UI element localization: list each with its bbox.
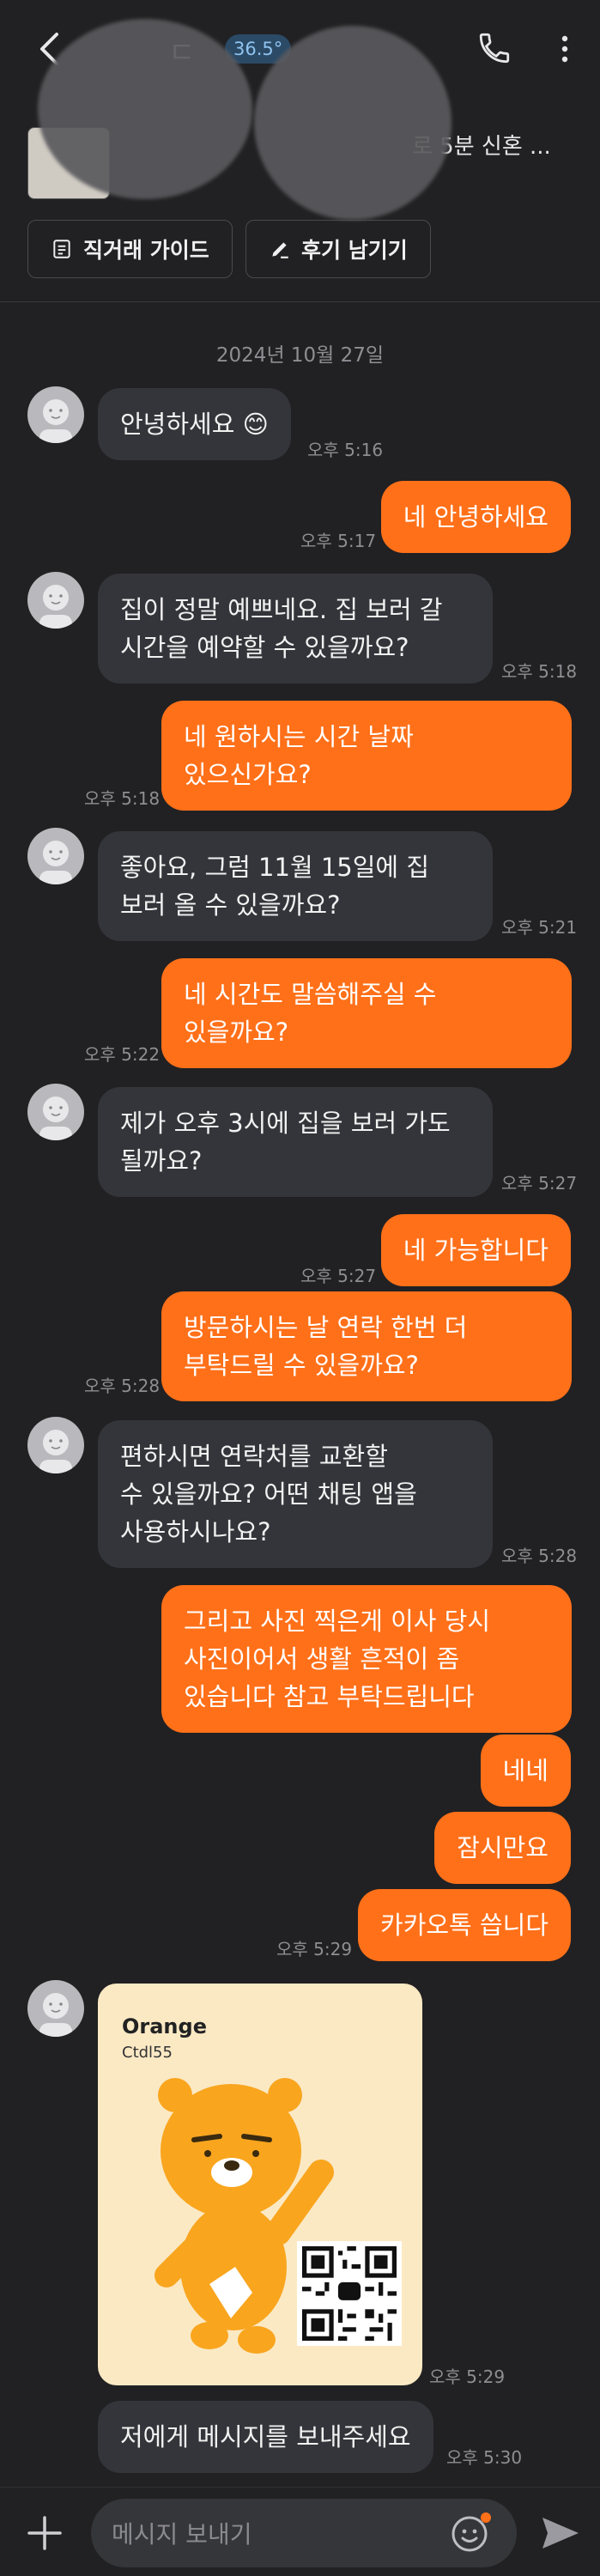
message-time: 오후 5:17 bbox=[300, 531, 377, 551]
avatar[interactable] bbox=[27, 1084, 84, 1140]
avatar[interactable] bbox=[27, 386, 84, 443]
qr-code-icon bbox=[302, 2246, 397, 2341]
message-line: 부탁드릴 수 있을까요? bbox=[184, 1351, 419, 1380]
message-outgoing: 네 가능합니다 bbox=[380, 1214, 571, 1286]
message-outgoing: 네 원하시는 시간 날짜 있으신가요? bbox=[161, 701, 572, 811]
message-line: 네 시간도 말씀해주실 수 bbox=[184, 980, 437, 1009]
qr-code bbox=[297, 2241, 402, 2346]
message-line: 집이 정말 예쁘네요. 집 보러 갈 bbox=[120, 595, 443, 624]
avatar[interactable] bbox=[27, 1417, 84, 1473]
message-time: 오후 5:21 bbox=[501, 917, 578, 938]
message-outgoing: 네 시간도 말씀해주실 수 있을까요? bbox=[161, 958, 572, 1068]
message-incoming: 저에게 메시지를 보내주세요 bbox=[98, 2401, 433, 2473]
message-line: 있을까요? bbox=[184, 1018, 289, 1047]
direct-trade-guide-button[interactable]: 직거래 가이드 bbox=[27, 220, 233, 278]
attach-button[interactable] bbox=[24, 2512, 65, 2554]
message-line: 방문하시는 날 연락 한번 더 bbox=[184, 1313, 468, 1342]
message-line: 제가 오후 3시에 집을 보러 가도 bbox=[120, 1109, 451, 1138]
review-button-label: 후기 남기기 bbox=[301, 238, 408, 263]
pencil-icon bbox=[272, 242, 288, 258]
user-avatar-icon bbox=[39, 841, 72, 884]
user-avatar-icon bbox=[39, 399, 72, 443]
plus-icon bbox=[27, 2516, 62, 2550]
message-line: 수 있을까요? 어떤 채팅 앱을 bbox=[120, 1479, 417, 1509]
message-outgoing: 네네 bbox=[480, 1735, 571, 1807]
message-time: 오후 5:27 bbox=[501, 1173, 578, 1194]
message-time: 오후 5:28 bbox=[501, 1546, 578, 1566]
message-time: 오후 5:22 bbox=[84, 1044, 161, 1065]
message-line: 될까요? bbox=[120, 1146, 203, 1176]
message-incoming: 편하시면 연락처를 교환할 수 있을까요? 어떤 채팅 앱을 사용하시나요? bbox=[98, 1420, 493, 1568]
message-time: 오후 5:18 bbox=[501, 661, 578, 682]
call-button[interactable] bbox=[470, 24, 518, 72]
message-outgoing: 방문하시는 날 연락 한번 더 부탁드릴 수 있을까요? bbox=[161, 1291, 572, 1401]
message-line: 있습니다 참고 부탁드립니다 bbox=[184, 1682, 475, 1711]
emoji-icon bbox=[452, 2512, 491, 2552]
message-line: 그리고 사진 찍은게 이사 당시 bbox=[184, 1607, 491, 1636]
message-time: 오후 5:18 bbox=[84, 788, 161, 809]
message-line: 있으신가요? bbox=[184, 760, 312, 789]
more-menu-button[interactable] bbox=[548, 26, 582, 72]
user-avatar-icon bbox=[39, 1993, 72, 2037]
avatar[interactable] bbox=[27, 572, 84, 629]
message-outgoing: 그리고 사진 찍은게 이사 당시 사진이어서 생활 흔적이 좀 있습니다 참고 … bbox=[161, 1585, 572, 1733]
message-input-placeholder: 메시지 보내기 bbox=[112, 2520, 252, 2549]
avatar[interactable] bbox=[27, 828, 84, 884]
message-outgoing: 잠시만요 bbox=[434, 1812, 571, 1884]
privacy-blur bbox=[38, 19, 252, 199]
date-separator: 2024년 10월 27일 bbox=[215, 344, 385, 367]
phone-icon bbox=[479, 33, 510, 64]
write-review-button[interactable]: 후기 남기기 bbox=[245, 220, 431, 278]
guide-button-label: 직거래 가이드 bbox=[83, 238, 209, 263]
message-line: 사진이어서 생활 흔적이 좀 bbox=[184, 1644, 460, 1674]
message-time: 오후 5:16 bbox=[307, 440, 384, 460]
message-line: 사용하시나요? bbox=[120, 1517, 271, 1546]
message-incoming: 안녕하세요 😊 bbox=[98, 388, 291, 460]
document-icon bbox=[53, 240, 70, 258]
more-vertical-icon bbox=[561, 35, 568, 63]
user-avatar-icon bbox=[39, 1430, 72, 1473]
message-line: 시간을 예약할 수 있을까요? bbox=[120, 633, 409, 662]
message-incoming: 좋아요, 그럼 11월 15일에 집 보러 올 수 있을까요? bbox=[98, 831, 493, 941]
user-avatar-icon bbox=[39, 1097, 72, 1140]
user-avatar-icon bbox=[39, 585, 72, 629]
message-time: 오후 5:29 bbox=[429, 2366, 506, 2387]
emoji-button[interactable] bbox=[448, 2509, 494, 2555]
message-incoming: 집이 정말 예쁘네요. 집 보러 갈 시간을 예약할 수 있을까요? bbox=[98, 574, 493, 683]
message-time: 오후 5:28 bbox=[84, 1376, 161, 1396]
kakao-profile-card[interactable]: Orange Ctdl55 bbox=[98, 1984, 422, 2385]
send-button[interactable] bbox=[537, 2511, 582, 2555]
message-outgoing: 카카오톡 씁니다 bbox=[358, 1889, 571, 1961]
card-id: Ctdl55 bbox=[122, 2044, 173, 2062]
message-line: 좋아요, 그럼 11월 15일에 집 bbox=[120, 853, 430, 882]
avatar[interactable] bbox=[27, 1980, 84, 2037]
message-line: 보러 올 수 있을까요? bbox=[120, 890, 341, 920]
message-time: 오후 5:30 bbox=[446, 2447, 523, 2468]
message-outgoing: 네 안녕하세요 bbox=[380, 481, 571, 553]
message-time: 오후 5:29 bbox=[276, 1939, 353, 1959]
message-line: 편하시면 연락처를 교환할 bbox=[120, 1442, 388, 1471]
message-incoming: 제가 오후 3시에 집을 보러 가도 될까요? bbox=[98, 1087, 493, 1197]
message-line: 네 원하시는 시간 날짜 bbox=[184, 722, 414, 751]
send-icon bbox=[542, 2518, 579, 2549]
card-title: Orange bbox=[122, 2014, 207, 2038]
privacy-blur bbox=[254, 26, 452, 220]
message-time: 오후 5:27 bbox=[300, 1266, 377, 1286]
